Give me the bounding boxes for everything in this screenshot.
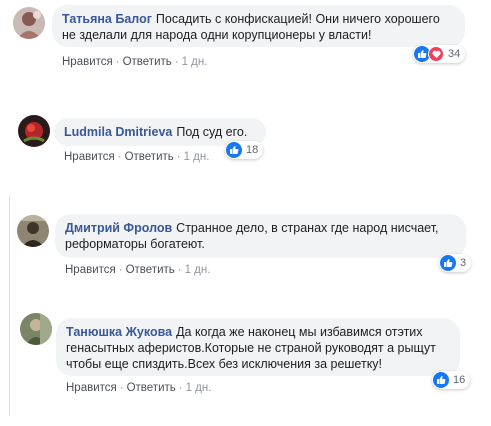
reaction-summary[interactable]: 18: [225, 141, 264, 159]
reaction-count: 16: [453, 374, 466, 386]
author-name[interactable]: Татьяна Балог: [62, 12, 152, 26]
comment-actions: Нравится · Ответить · 1 дн.: [66, 382, 211, 394]
like-link[interactable]: Нравится: [62, 56, 113, 68]
reply-thread-line: [9, 196, 10, 416]
separator: ·: [119, 382, 124, 394]
comment-bubble: Дмитрий Фролов Странное дело, в странах г…: [55, 214, 466, 258]
author-name[interactable]: Ludmila Dmitrieva: [64, 125, 172, 139]
comment-actions: Нравится · Ответить · 1 дн.: [62, 56, 207, 68]
comment-text: реформаторы богатеют.: [65, 237, 205, 251]
reply-link[interactable]: Ответить: [127, 382, 176, 394]
like-icon: [433, 372, 449, 388]
like-icon: [440, 255, 456, 271]
author-name[interactable]: Танюшка Жукова: [66, 325, 172, 339]
separator: ·: [115, 56, 120, 68]
avatar[interactable]: [20, 313, 52, 345]
comment-actions: Нравится · Ответить · 1 дн.: [64, 151, 209, 163]
like-icon: [226, 142, 242, 158]
like-link[interactable]: Нравится: [64, 151, 115, 163]
reaction-summary[interactable]: 16: [432, 371, 471, 389]
reaction-count: 34: [448, 48, 461, 60]
author-name[interactable]: Дмитрий Фролов: [65, 221, 172, 235]
like-link[interactable]: Нравится: [65, 264, 116, 276]
love-icon: [428, 46, 444, 62]
comment-text: Странное дело, в странах где народ нисча…: [176, 221, 439, 235]
separator: ·: [174, 56, 179, 68]
comment-bubble: Танюшка Жукова Да когда же наконец мы изб…: [56, 318, 460, 376]
separator: ·: [178, 382, 183, 394]
reply-link[interactable]: Ответить: [125, 151, 174, 163]
separator: ·: [117, 151, 122, 163]
avatar[interactable]: [13, 7, 45, 39]
comment-actions: Нравится · Ответить · 1 дн.: [65, 264, 210, 276]
comment-text: Да когда же наконец мы избавимся отэтих: [176, 325, 423, 339]
comment-bubble: Татьяна Балог Посадить с конфискацией! Он…: [52, 5, 465, 47]
comment-text: генасытных аферистов.Которые не страной …: [66, 341, 436, 355]
separator: ·: [177, 264, 182, 276]
reply-link[interactable]: Ответить: [123, 56, 172, 68]
like-link[interactable]: Нравится: [66, 382, 117, 394]
reply-link[interactable]: Ответить: [126, 264, 175, 276]
reaction-count: 18: [246, 144, 259, 156]
avatar[interactable]: [17, 215, 49, 247]
timestamp[interactable]: 1 дн.: [184, 151, 210, 163]
reaction-summary[interactable]: 34: [413, 45, 466, 63]
separator: ·: [118, 264, 123, 276]
reaction-summary[interactable]: 3: [439, 254, 472, 272]
separator: ·: [176, 151, 181, 163]
comment-text: Посадить с конфискацией! Они ничего хоро…: [155, 12, 440, 26]
timestamp[interactable]: 1 дн.: [182, 56, 208, 68]
comment-text: чтобы еще спиздить.Всех без исключения з…: [66, 357, 383, 371]
reaction-count: 3: [460, 257, 467, 269]
timestamp[interactable]: 1 дн.: [186, 382, 212, 394]
comment-text: Под суд его.: [176, 125, 248, 139]
comment-text: не зделали для народа одни корупционеры …: [62, 28, 372, 42]
avatar[interactable]: [18, 115, 50, 147]
timestamp[interactable]: 1 дн.: [185, 264, 211, 276]
